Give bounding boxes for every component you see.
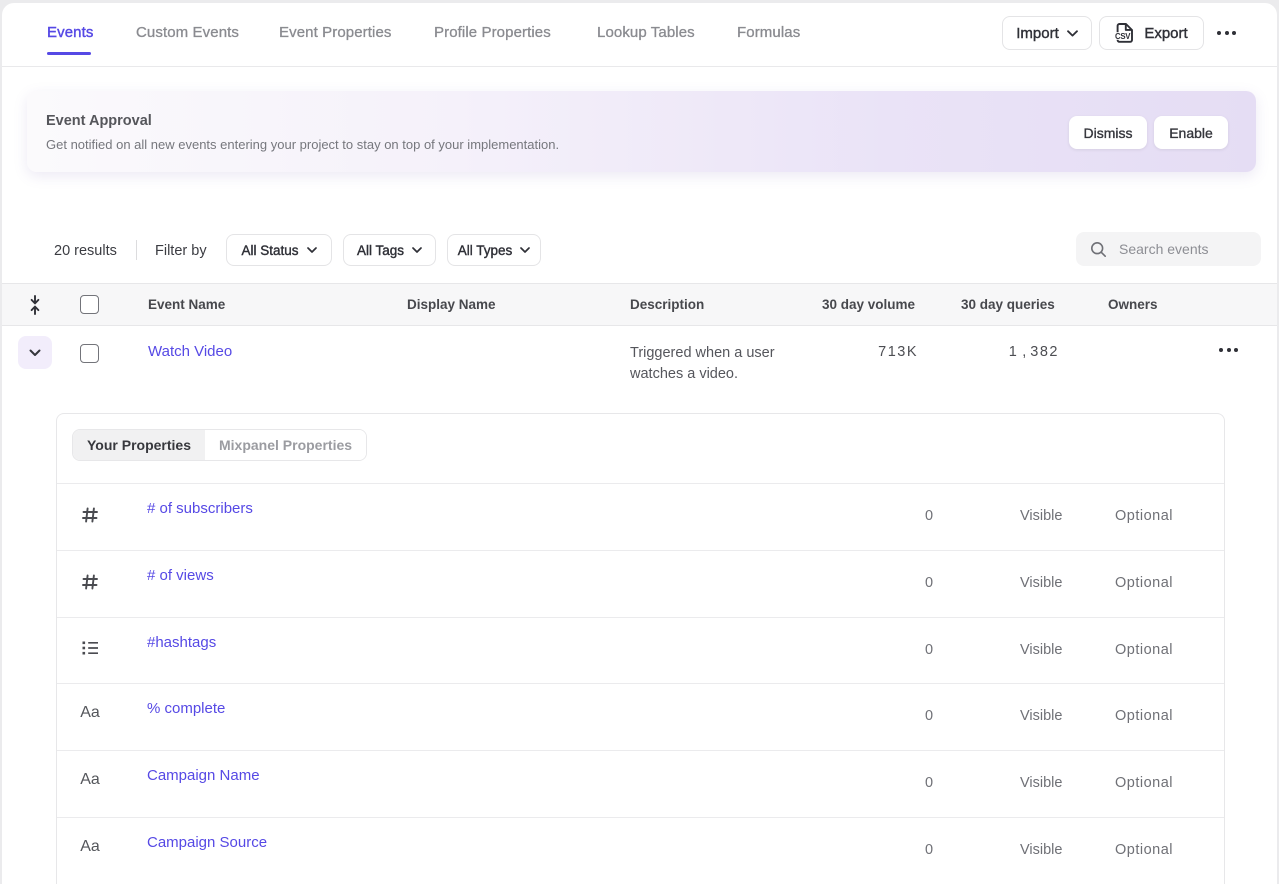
svg-text:CSV: CSV xyxy=(1115,32,1131,41)
